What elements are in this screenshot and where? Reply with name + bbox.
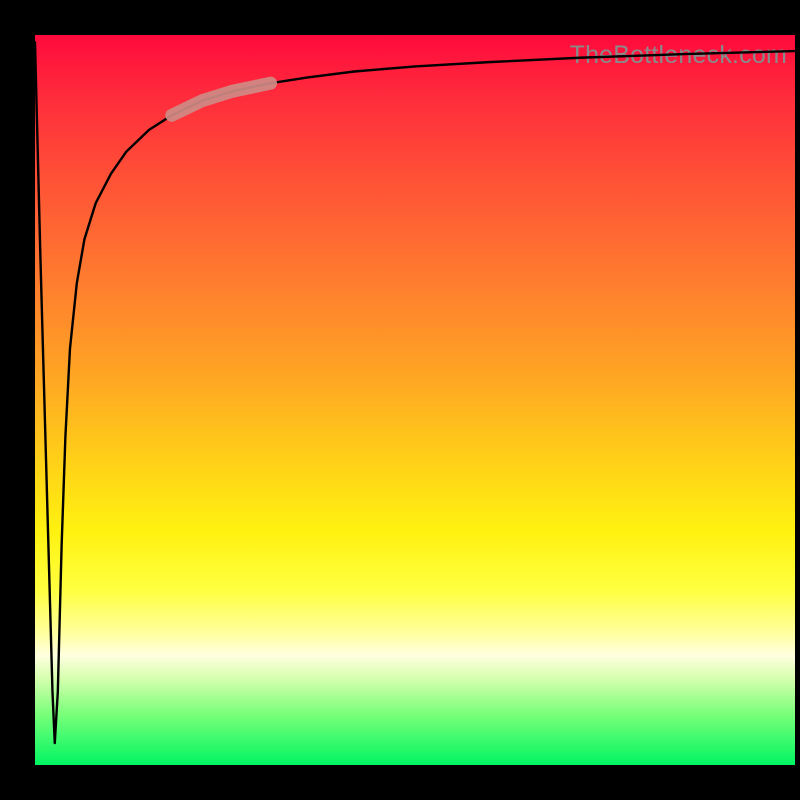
curve-highlight-segment bbox=[172, 83, 271, 115]
chart-frame: TheBottleneck.com bbox=[0, 0, 800, 800]
plot-area: TheBottleneck.com bbox=[35, 35, 795, 765]
curve-layer bbox=[35, 35, 795, 765]
bottleneck-curve bbox=[35, 42, 795, 743]
